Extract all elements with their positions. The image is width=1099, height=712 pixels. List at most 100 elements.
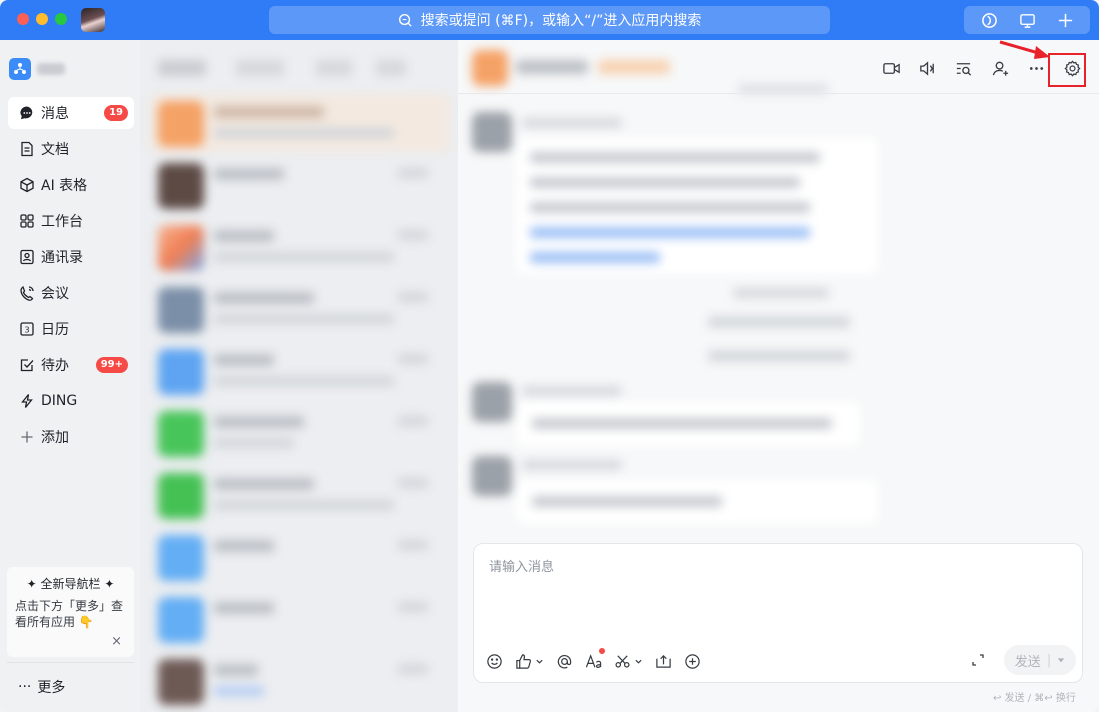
ellipsis-icon: ··· [18, 679, 32, 695]
user-avatar[interactable] [81, 8, 105, 32]
nav-item-messages[interactable]: 消息 19 [8, 97, 134, 129]
chat-header [458, 40, 1099, 94]
message-input[interactable]: 请输入消息 [489, 556, 554, 575]
todo-badge: 99+ [95, 357, 128, 373]
promo-close-button[interactable]: × [111, 634, 122, 649]
send-label: 发送 [1014, 654, 1041, 670]
search-chat-button[interactable] [949, 53, 979, 83]
mention-button[interactable] [556, 652, 573, 670]
nav-label: DING [41, 393, 78, 409]
expand-icon[interactable] [970, 652, 986, 668]
like-button[interactable] [515, 652, 544, 670]
nav-list: 消息 19 文档 AI 表格 工作台 通讯录 会议 3 日历 待办 99+ DI… [8, 97, 134, 457]
nav-item-contacts[interactable]: 通讯录 [8, 241, 134, 273]
nav-item-todo[interactable]: 待办 99+ [8, 349, 134, 381]
divider [7, 662, 134, 663]
emoji-icon [487, 653, 502, 669]
promo-desc: 点击下方「更多」查看所有应用 👇 [15, 599, 124, 629]
nav-item-workbench[interactable]: 工作台 [8, 205, 134, 237]
format-button[interactable] [585, 648, 605, 670]
text-format-icon [585, 653, 602, 668]
ding-icon [21, 394, 33, 408]
nav-label: 文档 [41, 142, 69, 158]
at-sign-icon [557, 654, 572, 668]
nav-item-more[interactable]: ··· 更多 [18, 677, 65, 697]
search-placeholder: 搜索或提问 (⌘F)，或输入“/”进入应用内搜索 [420, 13, 702, 29]
org-name [37, 63, 65, 75]
screen-share-icon [1019, 13, 1035, 28]
contacts-icon [20, 249, 34, 265]
document-icon [21, 141, 33, 157]
nav-item-calendar[interactable]: 3 日历 [8, 313, 134, 345]
left-nav: 消息 19 文档 AI 表格 工作台 通讯录 会议 3 日历 待办 99+ DI… [0, 40, 140, 712]
red-arrow-icon [999, 40, 1050, 59]
conversation-list [140, 40, 458, 712]
nav-label: 通讯录 [41, 250, 83, 266]
upload-icon [656, 654, 671, 668]
ellipsis-icon [1030, 66, 1044, 70]
workbench-icon [20, 214, 34, 228]
video-call-button[interactable] [876, 53, 906, 83]
nav-label: 会议 [41, 286, 69, 302]
close-window-button[interactable] [17, 13, 29, 25]
ai-search-icon [398, 13, 412, 27]
nav-label: AI 表格 [41, 178, 88, 194]
new-button[interactable] [1054, 9, 1076, 31]
new-feature-dot [599, 648, 605, 654]
org-switcher[interactable] [9, 58, 65, 80]
titlebar: 搜索或提问 (⌘F)，或输入“/”进入应用内搜索 [0, 0, 1099, 40]
new-nav-promo: ✦ 全新导航栏 ✦ 点击下方「更多」查看所有应用 👇 × [7, 567, 134, 657]
plus-icon [1058, 13, 1072, 27]
nav-label: 更多 [37, 680, 66, 696]
screen-share-button[interactable] [1016, 9, 1038, 31]
nav-label: 工作台 [41, 214, 83, 230]
message-composer[interactable]: 请输入消息 发送 | [473, 543, 1083, 683]
sparkle-icon: ✦ [100, 577, 115, 591]
nav-item-add[interactable]: 添加 [8, 421, 134, 453]
chevron-down-icon[interactable] [1057, 656, 1065, 664]
plus-circle-icon [685, 653, 700, 669]
calendar-icon: 3 [20, 322, 34, 336]
send-button[interactable]: 发送 | [1004, 645, 1076, 675]
org-icon [9, 58, 31, 80]
app-window: 搜索或提问 (⌘F)，或输入“/”进入应用内搜索 消息 19 文档 AI 表格 … [0, 0, 1099, 712]
thumbs-up-icon [516, 653, 531, 669]
svg-text:3: 3 [24, 326, 29, 335]
global-search-bar[interactable]: 搜索或提问 (⌘F)，或输入“/”进入应用内搜索 [269, 6, 830, 34]
add-user-icon [992, 61, 1008, 76]
minimize-window-button[interactable] [36, 13, 48, 25]
promo-title: 全新导航栏 [40, 577, 101, 591]
screenshot-button[interactable] [614, 652, 643, 670]
video-camera-icon [882, 62, 900, 74]
unread-badge: 19 [104, 105, 128, 121]
scissors-icon [615, 654, 630, 668]
ai-table-icon [20, 177, 34, 193]
titlebar-actions [964, 6, 1090, 34]
chevron-down-icon [536, 659, 543, 664]
upload-file-button[interactable] [655, 652, 672, 670]
chevron-down-icon [635, 659, 642, 664]
shortcut-hint: ↩ 发送 / ⌘↩ 换行 [993, 693, 1076, 704]
message-icon [20, 106, 33, 120]
search-list-icon [957, 62, 972, 76]
nav-label: 日历 [41, 322, 69, 338]
plus-icon [21, 431, 33, 443]
nav-label: 消息 [41, 106, 69, 122]
nav-label: 添加 [41, 430, 69, 446]
sparkle-icon: ✦ [26, 577, 41, 591]
emoji-button[interactable] [486, 652, 503, 670]
meeting-icon [20, 286, 34, 301]
nav-item-ding[interactable]: DING [8, 385, 134, 417]
nav-item-ai-table[interactable]: AI 表格 [8, 169, 134, 201]
more-tools-button[interactable] [684, 652, 701, 670]
todo-icon [20, 359, 34, 372]
nav-item-docs[interactable]: 文档 [8, 133, 134, 165]
speaker-icon [920, 60, 934, 76]
ai-assistant-button[interactable] [978, 9, 1000, 31]
ai-assistant-icon [981, 12, 997, 28]
voice-call-button[interactable] [912, 53, 942, 83]
nav-item-meeting[interactable]: 会议 [8, 277, 134, 309]
zoom-window-button[interactable] [55, 13, 67, 25]
composer-toolbar [486, 648, 701, 670]
divider: | [1046, 652, 1052, 668]
